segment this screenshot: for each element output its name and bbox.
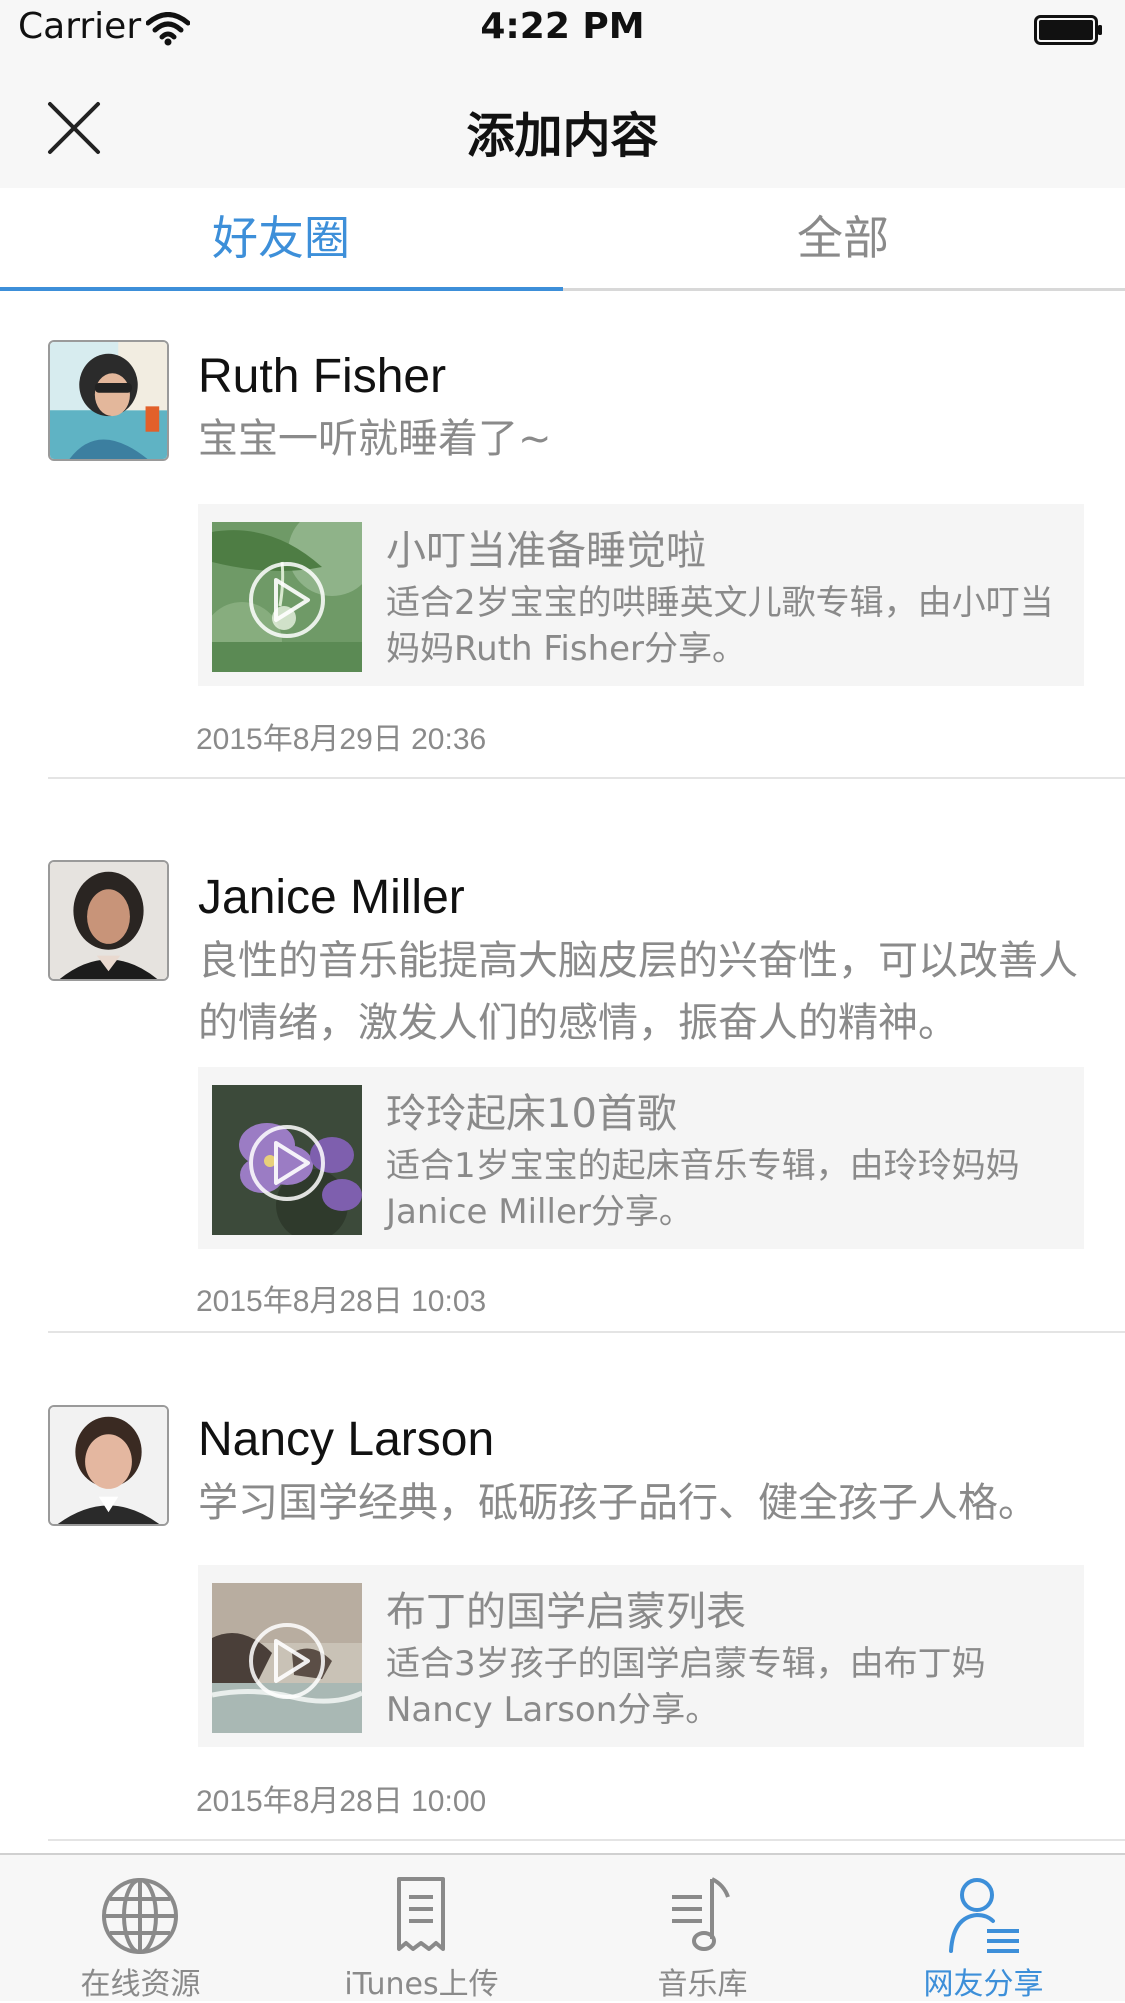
album-card[interactable]: 小叮当准备睡觉啦 适合2岁宝宝的哄睡英文儿歌专辑，由小叮当妈妈Ruth Fish…	[198, 504, 1084, 686]
music-list-icon	[672, 1877, 730, 1951]
tabbar-item-library[interactable]: 音乐库	[562, 1855, 843, 2003]
tab-friends[interactable]: 好友圈	[0, 188, 562, 288]
divider	[48, 1331, 1125, 1333]
post-message: 良性的音乐能提高大脑皮层的兴奋性，可以改善人的情绪，激发人们的感情，振奋人的精神…	[198, 938, 1078, 1046]
album-thumbnail	[212, 522, 362, 672]
avatar[interactable]	[48, 340, 169, 461]
album-card[interactable]: 布丁的国学启蒙列表 适合3岁孩子的国学启蒙专辑，由布丁妈Nancy Larson…	[198, 1565, 1084, 1747]
author-name[interactable]: Nancy Larson	[198, 1412, 494, 1467]
tabbar-item-itunes[interactable]: iTunes上传	[281, 1855, 562, 2003]
avatar-photo	[50, 1407, 167, 1524]
clock: 4:22 PM	[480, 6, 645, 47]
album-card[interactable]: 玲玲起床10首歌 适合1岁宝宝的起床音乐专辑，由玲玲妈妈Janice Mille…	[198, 1067, 1084, 1249]
author-name[interactable]: Ruth Fisher	[198, 349, 446, 404]
tabbar-label: 在线资源	[80, 1967, 201, 2002]
avatar[interactable]	[48, 860, 169, 981]
tab-bar: 在线资源 iTunes上传 音乐库 网友分享	[0, 1853, 1125, 2003]
tabbar-label: 网友分享	[923, 1967, 1044, 2002]
post-message: 宝宝一听就睡着了~	[198, 416, 552, 462]
active-tab-indicator	[0, 287, 563, 291]
tab-all[interactable]: 全部	[562, 188, 1124, 288]
avatar-photo	[50, 862, 167, 979]
author-name[interactable]: Janice Miller	[198, 870, 465, 925]
page-title: 添加内容	[466, 108, 659, 164]
album-title: 玲玲起床10首歌	[386, 1091, 677, 1137]
album-description: 适合3岁孩子的国学启蒙专辑，由布丁妈Nancy Larson分享。	[386, 1644, 986, 1730]
navigation-bar: 添加内容	[0, 62, 1125, 188]
status-bar: Carrier 4:22 PM	[0, 0, 1125, 62]
battery-icon	[1034, 15, 1102, 45]
avatar-photo	[50, 342, 167, 459]
album-title: 小叮当准备睡觉啦	[386, 528, 706, 574]
post-timestamp: 2015年8月28日 10:00	[196, 1785, 487, 1818]
tabbar-label: 音乐库	[657, 1967, 748, 2002]
tabbar-label: iTunes上传	[344, 1967, 499, 2002]
receipt-icon	[397, 1877, 445, 1951]
divider	[48, 777, 1125, 779]
album-thumbnail	[212, 1085, 362, 1235]
post-timestamp: 2015年8月28日 10:03	[196, 1285, 487, 1318]
tabbar-item-share[interactable]: 网友分享	[843, 1855, 1124, 2003]
tabbar-item-online[interactable]: 在线资源	[0, 1855, 281, 2003]
album-description: 适合2岁宝宝的哄睡英文儿歌专辑，由小叮当妈妈Ruth Fisher分享。	[386, 583, 1054, 669]
user-share-icon	[949, 1878, 1019, 1953]
globe-icon	[102, 1878, 178, 1954]
album-thumbnail	[212, 1583, 362, 1733]
album-description: 适合1岁宝宝的起床音乐专辑，由玲玲妈妈Janice Miller分享。	[386, 1146, 1020, 1232]
post-message: 学习国学经典，砥砺孩子品行、健全孩子人格。	[198, 1480, 1038, 1526]
segment-tabs: 好友圈 全部	[0, 188, 1125, 291]
avatar[interactable]	[48, 1405, 169, 1526]
divider	[48, 1839, 1125, 1841]
album-title: 布丁的国学启蒙列表	[386, 1589, 746, 1635]
post-timestamp: 2015年8月29日 20:36	[196, 723, 487, 756]
